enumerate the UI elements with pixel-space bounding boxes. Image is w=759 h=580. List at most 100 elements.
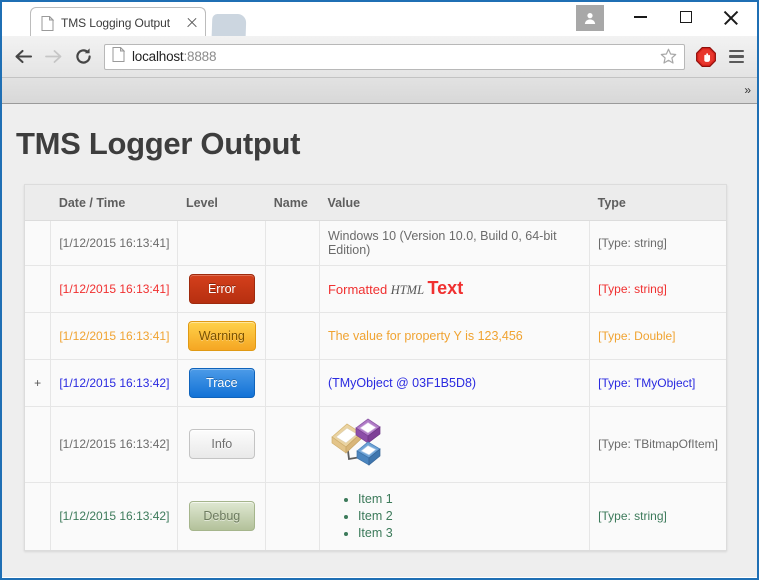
row-level: Warning — [178, 312, 266, 359]
row-date: [1/12/2015 16:13:42] — [51, 359, 178, 406]
row-expand-cell[interactable] — [25, 220, 51, 265]
column-header-expand — [25, 185, 51, 220]
row-name — [266, 482, 320, 550]
table-row[interactable]: [1/12/2015 16:13:42] Info — [25, 406, 726, 482]
value-plain-text: Formatted — [328, 282, 387, 297]
maximize-icon — [680, 11, 692, 23]
row-name — [266, 265, 320, 312]
table-row[interactable]: [1/12/2015 16:13:41] Windows 10 (Version… — [25, 220, 726, 265]
bookmark-star-icon[interactable] — [658, 48, 678, 65]
row-level — [178, 220, 266, 265]
row-value-image — [319, 406, 589, 482]
row-expand-cell[interactable]: + — [25, 359, 51, 406]
back-arrow-icon — [14, 48, 33, 65]
row-value: The value for property Y is 123,456 — [319, 312, 589, 359]
log-table-container: Date / Time Level Name Value Type [1/12/… — [24, 184, 727, 551]
reload-button[interactable] — [68, 42, 98, 72]
forward-button[interactable] — [38, 42, 68, 72]
row-type: [Type: string] — [590, 265, 726, 312]
reload-icon — [74, 47, 93, 66]
row-name — [266, 359, 320, 406]
table-row[interactable]: [1/12/2015 16:13:42] Debug Item 1 Item 2… — [25, 482, 726, 550]
value-bullet-list: Item 1 Item 2 Item 3 — [328, 491, 581, 542]
new-tab-button[interactable] — [212, 14, 247, 38]
site-page-icon — [112, 47, 125, 67]
row-level: Debug — [178, 482, 266, 550]
address-bar[interactable]: localhost:8888 — [104, 44, 685, 70]
browser-toolbar: localhost:8888 — [2, 36, 757, 78]
page-icon — [41, 16, 54, 31]
page-viewport: TMS Logger Output Date / Time Level Name… — [2, 104, 757, 577]
row-level: Error — [178, 265, 266, 312]
row-date: [1/12/2015 16:13:41] — [51, 265, 178, 312]
row-level: Info — [178, 406, 266, 482]
close-icon — [723, 10, 738, 25]
row-type: [Type: TBitmapOfItem] — [590, 406, 726, 482]
level-badge-error[interactable]: Error — [189, 274, 255, 304]
column-header-name: Name — [266, 185, 320, 220]
three-boxes-logo-bitmap-icon — [328, 460, 384, 474]
chrome-menu-button[interactable] — [721, 42, 751, 72]
row-name — [266, 220, 320, 265]
table-row[interactable]: + [1/12/2015 16:13:42] Trace (TMyObject … — [25, 359, 726, 406]
row-type: [Type: Double] — [590, 312, 726, 359]
hamburger-line — [729, 50, 744, 52]
bookmarks-bar: » — [2, 78, 757, 104]
row-date: [1/12/2015 16:13:41] — [51, 312, 178, 359]
browser-tab[interactable]: TMS Logging Output — [30, 7, 206, 38]
column-header-type: Type — [590, 185, 726, 220]
table-row[interactable]: [1/12/2015 16:13:41] Warning The value f… — [25, 312, 726, 359]
table-row[interactable]: [1/12/2015 16:13:41] Error Formatted HTM… — [25, 265, 726, 312]
list-item: Item 2 — [358, 508, 581, 525]
expand-toggle-icon[interactable]: + — [34, 376, 41, 390]
row-expand-cell[interactable] — [25, 312, 51, 359]
row-expand-cell[interactable] — [25, 406, 51, 482]
row-expand-cell[interactable] — [25, 265, 51, 312]
adblock-extension-icon[interactable] — [691, 42, 721, 72]
column-header-level: Level — [178, 185, 266, 220]
log-table-header-row: Date / Time Level Name Value Type — [25, 185, 726, 220]
url-port: :8888 — [183, 49, 216, 64]
list-item: Item 1 — [358, 491, 581, 508]
back-button[interactable] — [8, 42, 38, 72]
window-close-button[interactable] — [708, 2, 753, 32]
row-date: [1/12/2015 16:13:41] — [51, 220, 178, 265]
value-italic-text: HTML — [391, 283, 424, 297]
row-value: (TMyObject @ 03F1B5D8) — [319, 359, 589, 406]
window-minimize-button[interactable] — [618, 2, 663, 32]
row-expand-cell[interactable] — [25, 482, 51, 550]
log-table-head: Date / Time Level Name Value Type — [25, 185, 726, 220]
row-value-list: Item 1 Item 2 Item 3 — [319, 482, 589, 550]
hamburger-line — [729, 61, 744, 63]
tab-title: TMS Logging Output — [61, 16, 185, 30]
window-maximize-button[interactable] — [663, 2, 708, 32]
bookmarks-overflow-button[interactable]: » — [744, 82, 751, 99]
log-table-body: [1/12/2015 16:13:41] Windows 10 (Version… — [25, 220, 726, 550]
level-badge-info[interactable]: Info — [189, 429, 255, 459]
row-value-rich: Formatted HTML Text — [319, 265, 589, 312]
row-date: [1/12/2015 16:13:42] — [51, 482, 178, 550]
close-tab-icon[interactable] — [185, 16, 199, 30]
profile-avatar-button[interactable] — [576, 5, 604, 31]
row-name — [266, 406, 320, 482]
row-level: Trace — [178, 359, 266, 406]
list-item: Item 3 — [358, 525, 581, 542]
page-title: TMS Logger Output — [2, 104, 757, 162]
row-type: [Type: TMyObject] — [590, 359, 726, 406]
tab-strip: TMS Logging Output — [2, 0, 757, 36]
hamburger-line — [729, 55, 744, 57]
url-text[interactable]: localhost:8888 — [132, 49, 658, 64]
row-value: Windows 10 (Version 10.0, Build 0, 64-bi… — [319, 220, 589, 265]
column-header-value: Value — [319, 185, 589, 220]
row-type: [Type: string] — [590, 482, 726, 550]
minimize-icon — [634, 16, 647, 18]
row-type: [Type: string] — [590, 220, 726, 265]
level-badge-warning[interactable]: Warning — [188, 321, 256, 351]
row-name — [266, 312, 320, 359]
level-badge-trace[interactable]: Trace — [189, 368, 255, 398]
log-table: Date / Time Level Name Value Type [1/12/… — [25, 185, 726, 550]
browser-window: TMS Logging Output — [0, 0, 759, 580]
row-date: [1/12/2015 16:13:42] — [51, 406, 178, 482]
level-badge-debug[interactable]: Debug — [189, 501, 255, 531]
column-header-date: Date / Time — [51, 185, 178, 220]
